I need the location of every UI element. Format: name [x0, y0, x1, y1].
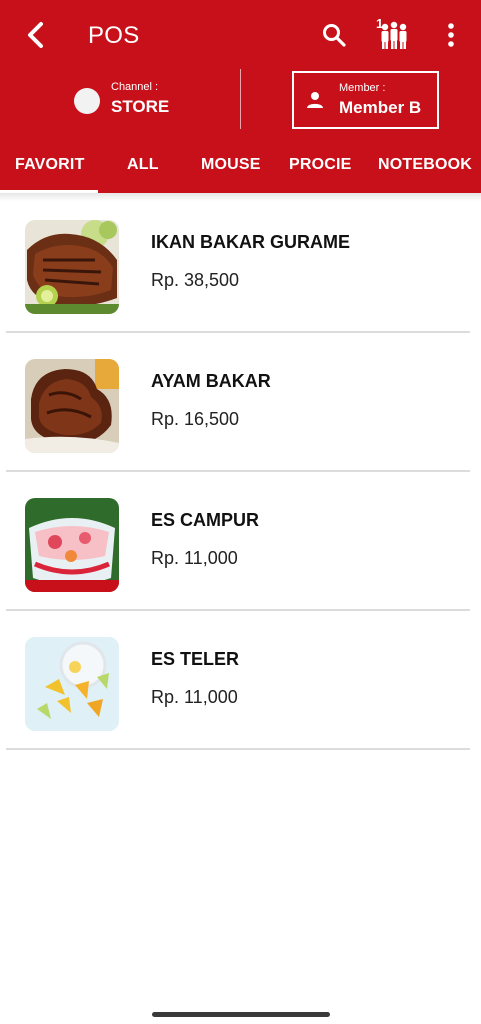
product-name: ES TELER [151, 649, 240, 669]
chevron-left-icon [28, 22, 43, 48]
header-divider [240, 69, 241, 129]
more-options-button[interactable] [438, 18, 464, 52]
product-name: AYAM BAKAR [151, 371, 271, 391]
product-item[interactable]: AYAM BAKAR Rp. 16,500 [6, 333, 470, 472]
customer-queue-button[interactable]: 1 [372, 14, 412, 54]
product-name: ES CAMPUR [151, 510, 260, 530]
member-selector[interactable]: Member : Member B [292, 71, 439, 129]
tab-all[interactable]: ALL [127, 156, 159, 174]
channel-status-icon [74, 88, 100, 114]
product-name: IKAN BAKAR GURAME [151, 232, 350, 252]
product-item[interactable]: ES CAMPUR Rp. 11,000 [6, 472, 470, 611]
search-button[interactable] [318, 18, 350, 52]
tab-notebook[interactable]: NOTEBOOK [378, 156, 472, 174]
channel-selector[interactable]: Channel : STORE [74, 78, 204, 128]
queue-count-badge: 1 [376, 16, 384, 31]
product-price: Rp. 38,500 [151, 270, 240, 290]
tab-favorit[interactable]: FAVORIT [15, 156, 85, 174]
page-title: POS [88, 22, 140, 49]
product-image [25, 359, 119, 453]
product-image [25, 220, 119, 314]
tab-mouse[interactable]: MOUSE [201, 156, 261, 174]
top-bar: POS 1 [0, 0, 481, 70]
search-icon [323, 24, 346, 47]
product-item[interactable]: IKAN BAKAR GURAME Rp. 38,500 [6, 194, 470, 333]
back-button[interactable] [18, 16, 52, 54]
tab-procie[interactable]: PROCIE [289, 156, 352, 174]
channel-label: Channel : [111, 81, 159, 93]
member-value: Member B [339, 98, 422, 117]
product-image [25, 498, 119, 592]
product-price: Rp. 11,000 [151, 687, 238, 707]
product-image [25, 637, 119, 731]
app-bar: POS 1 Channel: STORE Member: Member B … [0, 0, 481, 193]
member-label: Member : [339, 82, 386, 94]
home-indicator[interactable] [152, 1012, 330, 1017]
person-icon [307, 92, 323, 108]
product-price: Rp. 16,500 [151, 409, 240, 429]
channel-value: STORE [111, 97, 170, 116]
product-item[interactable]: ES TELER Rp. 11,000 [6, 611, 470, 750]
category-tabs: FAVORIT ALL MOUSE PROCIE NOTEBOOK [0, 150, 481, 193]
product-price: Rp. 11,000 [151, 548, 238, 568]
more-vertical-icon [448, 23, 454, 47]
